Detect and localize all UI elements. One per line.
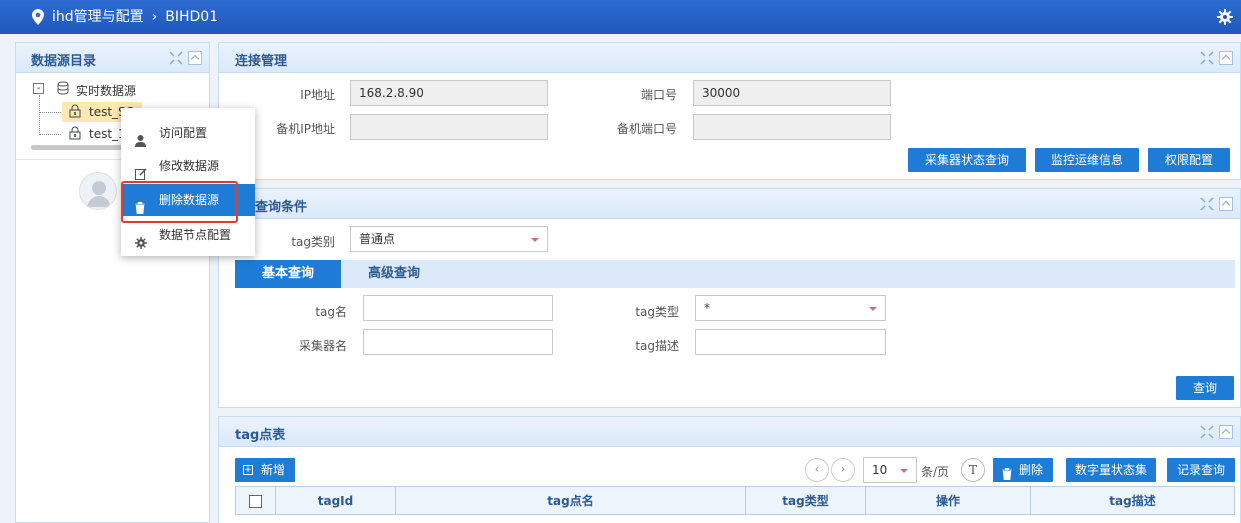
tag-name-label: tag名 bbox=[315, 305, 347, 319]
breadcrumb-module[interactable]: ihd管理与配置 bbox=[52, 8, 144, 26]
next-page-button[interactable]: › bbox=[831, 458, 855, 482]
expand-icon[interactable] bbox=[1200, 197, 1214, 214]
tree-root-label[interactable]: 实时数据源 bbox=[76, 82, 136, 99]
delete-button[interactable]: 删除 bbox=[993, 458, 1053, 482]
menu-item-access-config[interactable]: 访问配置 bbox=[121, 117, 255, 149]
digital-state-set-button[interactable]: 数字量状态集 bbox=[1066, 458, 1156, 482]
add-icon: + bbox=[243, 465, 253, 475]
tree-panel-header: 数据源目录 bbox=[16, 43, 209, 73]
collector-label: 采集器名 bbox=[298, 339, 347, 353]
breadcrumb-item: BIHD01 bbox=[165, 9, 219, 25]
tag-table-title: tag点表 bbox=[235, 428, 286, 443]
datasource-node-icon bbox=[68, 126, 82, 143]
backup-port-field[interactable] bbox=[693, 114, 891, 140]
backup-port-label: 备机端口号 bbox=[616, 122, 677, 136]
table-header-row: tagId tag点名 tag类型 操作 tag描述 bbox=[235, 486, 1235, 515]
port-label: 端口号 bbox=[640, 88, 677, 102]
top-bar: ihd管理与配置 › BIHD01 bbox=[0, 0, 1241, 34]
add-button[interactable]: + 新增 bbox=[235, 458, 295, 482]
avatar bbox=[79, 172, 117, 210]
collapse-icon[interactable] bbox=[188, 51, 202, 65]
highlight-outline bbox=[121, 181, 238, 223]
tree-panel-title: 数据源目录 bbox=[31, 54, 97, 69]
connection-panel-title: 连接管理 bbox=[235, 54, 288, 69]
tag-type-select[interactable]: 普通点 bbox=[350, 226, 548, 252]
permission-config-button[interactable]: 权限配置 bbox=[1148, 148, 1230, 172]
monitor-ops-button[interactable]: 监控运维信息 bbox=[1035, 148, 1139, 172]
page-size-select[interactable]: 10 bbox=[863, 457, 917, 483]
trash-icon bbox=[1002, 464, 1012, 488]
per-page-label: 条/页 bbox=[921, 465, 950, 479]
collapse-icon[interactable] bbox=[1219, 425, 1233, 439]
datasource-node-icon bbox=[68, 104, 82, 121]
query-panel-title: 查询条件 bbox=[255, 200, 308, 215]
tag-name-input[interactable] bbox=[363, 295, 553, 321]
collector-status-button[interactable]: 采集器状态查询 bbox=[908, 148, 1026, 172]
chevron-right-icon: › bbox=[151, 9, 158, 25]
menu-item-label: 数据节点配置 bbox=[159, 228, 232, 242]
backup-ip-field[interactable] bbox=[350, 114, 548, 140]
select-all-checkbox[interactable] bbox=[249, 494, 262, 508]
menu-item-label: 修改数据源 bbox=[159, 159, 220, 173]
search-button[interactable]: 查询 bbox=[1176, 376, 1234, 400]
delete-button-label: 删除 bbox=[1018, 463, 1043, 477]
tag-kind-select[interactable]: * bbox=[695, 295, 886, 321]
breadcrumb: ihd管理与配置 › BIHD01 bbox=[52, 8, 218, 26]
tag-kind-label: tag类型 bbox=[635, 305, 679, 319]
collector-input[interactable] bbox=[363, 329, 553, 355]
column-header-tag-desc[interactable]: tag描述 bbox=[1030, 486, 1235, 515]
location-pin-icon bbox=[32, 9, 44, 28]
column-header-tag-type[interactable]: tag类型 bbox=[745, 486, 866, 515]
column-header-actions: 操作 bbox=[865, 486, 1031, 515]
tag-desc-label: tag描述 bbox=[635, 339, 679, 353]
tree-collapse-toggle[interactable]: - bbox=[33, 83, 44, 94]
gear-icon bbox=[135, 229, 147, 261]
prev-page-button[interactable]: ‹ bbox=[805, 458, 829, 482]
gear-icon[interactable] bbox=[1217, 9, 1233, 28]
tag-table-panel: tag点表 + 新增 ‹ › 10 条/页 T 删除 数字量状态集 记录查询 t… bbox=[218, 416, 1241, 523]
select-all-cell bbox=[235, 486, 276, 515]
menu-item-label: 访问配置 bbox=[159, 126, 208, 140]
port-field[interactable]: 30000 bbox=[693, 80, 891, 106]
tab-basic-query[interactable]: 基本查询 bbox=[235, 260, 341, 288]
query-panel: 查询条件 tag类别 普通点 基本查询 高级查询 tag名 tag类型 * 采集… bbox=[218, 188, 1241, 408]
connection-panel: 连接管理 IP地址 168.2.8.90 端口号 30000 备机IP地址 备机… bbox=[218, 42, 1241, 180]
expand-icon[interactable] bbox=[1200, 51, 1214, 68]
menu-item-node-config[interactable]: 数据节点配置 bbox=[121, 219, 255, 251]
database-icon bbox=[56, 81, 70, 98]
context-menu: 访问配置 修改数据源 删除数据源 数据节点配置 bbox=[121, 108, 255, 256]
add-button-label: 新增 bbox=[260, 463, 285, 477]
ip-label: IP地址 bbox=[300, 88, 335, 102]
text-format-icon[interactable]: T bbox=[961, 458, 985, 482]
expand-icon[interactable] bbox=[169, 51, 183, 68]
column-header-tag-name[interactable]: tag点名 bbox=[395, 486, 746, 515]
record-query-button[interactable]: 记录查询 bbox=[1167, 458, 1235, 482]
column-header-tagid[interactable]: tagId bbox=[275, 486, 396, 515]
tab-advanced-query[interactable]: 高级查询 bbox=[341, 260, 447, 288]
collapse-icon[interactable] bbox=[1219, 197, 1233, 211]
tag-table: tagId tag点名 tag类型 操作 tag描述 bbox=[235, 486, 1235, 515]
collapse-icon[interactable] bbox=[1219, 51, 1233, 65]
ip-field[interactable]: 168.2.8.90 bbox=[350, 80, 548, 106]
menu-item-edit-datasource[interactable]: 修改数据源 bbox=[121, 150, 255, 182]
tag-desc-input[interactable] bbox=[695, 329, 886, 355]
expand-icon[interactable] bbox=[1200, 425, 1214, 442]
